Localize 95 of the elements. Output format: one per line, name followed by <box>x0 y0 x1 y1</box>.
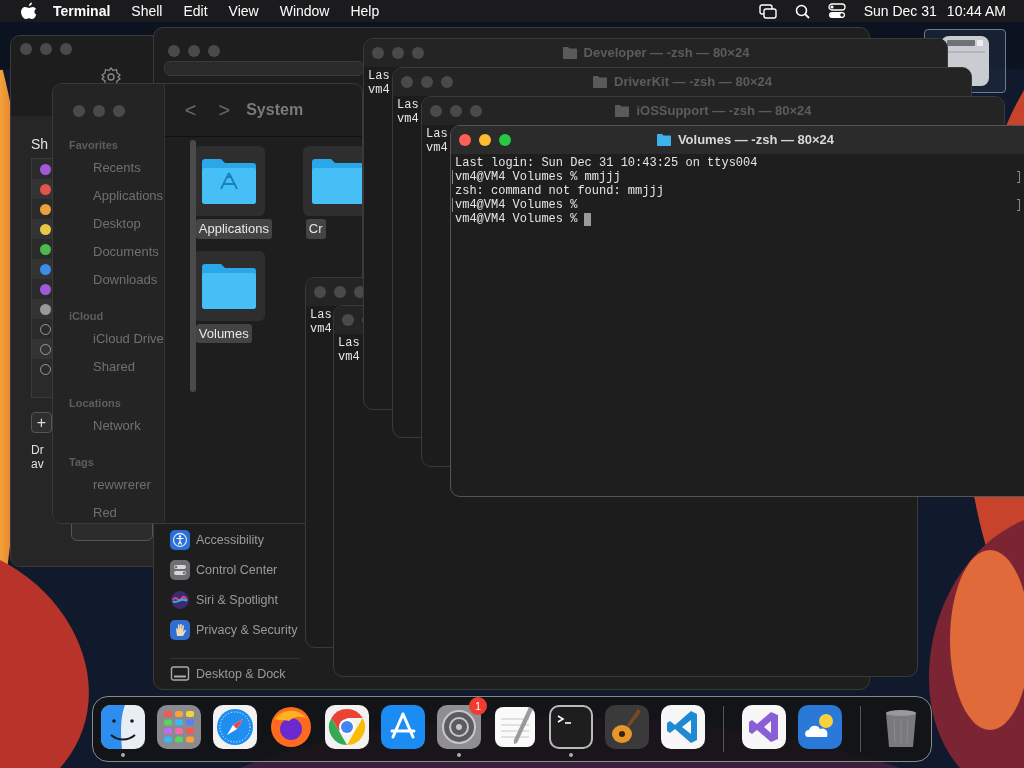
menu-clock[interactable]: 10:44 AM <box>946 0 1006 22</box>
window-title: Volumes — -zsh — 80×24 <box>677 131 835 150</box>
window-title: iOSSupport — -zsh — 80×24 <box>636 102 812 121</box>
sidebar-item[interactable]: Desktop & Dock <box>170 659 286 689</box>
menu-item[interactable]: Terminal <box>53 0 111 22</box>
terminal-line: vm4@VM4 Volumes % mmjjj <box>452 170 621 184</box>
scrollbar[interactable] <box>190 140 196 392</box>
sidebar-item[interactable]: Siri & Spotlight <box>170 585 278 615</box>
back-button[interactable]: < <box>184 95 197 125</box>
sidebar-item[interactable]: Control Center <box>170 555 278 585</box>
note-text: Dr <box>31 443 44 457</box>
a-glyph-icon[interactable] <box>381 705 425 749</box>
terminal-line: Las <box>367 69 390 83</box>
folder-icon <box>592 75 609 89</box>
menu-item[interactable]: Window <box>279 0 330 22</box>
hand-icon <box>170 620 190 640</box>
control-center-icon[interactable] <box>827 3 846 19</box>
folder-label: Volumes <box>195 323 252 343</box>
menu-item[interactable]: Edit <box>183 0 208 22</box>
folder-icon <box>561 46 578 60</box>
sidebar-label: Siri & Spotlight <box>196 591 278 609</box>
toggles-icon <box>170 560 190 580</box>
sidebar-item[interactable]: Red <box>69 499 164 523</box>
sidebar-item[interactable]: Downloads <box>69 266 164 294</box>
cloud-sun-icon[interactable] <box>798 705 842 749</box>
close-button[interactable] <box>459 134 471 146</box>
screen-mirroring-icon[interactable] <box>758 3 777 19</box>
menu-item[interactable]: View <box>228 0 259 22</box>
sidebar-item[interactable]: Documents <box>69 238 164 266</box>
line-mark <box>1017 171 1020 183</box>
sidebar-item[interactable]: Applications <box>69 182 164 210</box>
terminal-line: vm4@VM4 Volumes % <box>454 212 578 226</box>
add-button[interactable]: + <box>31 412 52 433</box>
sidebar-item[interactable]: iCloud Drive <box>69 325 164 353</box>
ribbon-icon[interactable] <box>661 705 705 749</box>
folder-icon <box>655 133 672 147</box>
terminal-line: vm4 <box>425 141 448 155</box>
sidebar-heading: Tags <box>69 455 95 470</box>
search-field[interactable] <box>164 61 364 76</box>
terminal-line: Last login: Sun Dec 31 10:43:25 on ttys004 <box>454 156 758 170</box>
sidebar-item[interactable]: Recents <box>69 154 164 182</box>
section-heading: Sh <box>31 136 49 152</box>
monitor-icon <box>170 664 190 684</box>
menu-date[interactable]: Sun Dec 31 <box>863 0 937 22</box>
sidebar-label: Accessibility <box>196 531 265 549</box>
notification-badge: 1 <box>469 697 487 715</box>
folder-title: System <box>246 100 304 120</box>
line-mark <box>1017 199 1020 211</box>
note-text: av <box>31 457 44 471</box>
siri-icon <box>170 590 190 610</box>
smiling-face-icon[interactable] <box>101 705 145 749</box>
folder-icon <box>199 156 258 206</box>
terminal-line: Las <box>337 336 360 350</box>
zoom-button[interactable] <box>499 134 511 146</box>
sidebar-item[interactable]: Accessibility <box>170 525 265 555</box>
menu-item[interactable]: Shell <box>131 0 163 22</box>
folder-icon <box>309 156 362 206</box>
sidebar-item[interactable]: Shared <box>69 353 164 381</box>
minimize-button[interactable] <box>479 134 491 146</box>
terminal-line: vm4 <box>309 322 332 336</box>
forward-button[interactable]: > <box>218 95 231 125</box>
apple-icon[interactable] <box>18 2 38 20</box>
sidebar-item[interactable]: rewwrerer <box>69 471 164 499</box>
terminal-icon[interactable] <box>549 705 593 749</box>
guitar-icon[interactable] <box>605 705 649 749</box>
globe-icon[interactable] <box>269 705 313 749</box>
sidebar-heading: iCloud <box>69 309 105 324</box>
folder-label: Applications <box>195 219 272 239</box>
compass-icon[interactable] <box>213 705 257 749</box>
search-icon[interactable] <box>794 3 810 19</box>
terminal-line: vm4 <box>367 83 390 97</box>
app-grid-icon[interactable] <box>157 705 201 749</box>
terminal-line: zsh: command not found: mmjjj <box>454 184 664 198</box>
sidebar-label: Control Center <box>196 561 278 579</box>
terminal-line: Las <box>309 308 332 322</box>
sidebar-item[interactable]: Network <box>69 412 164 440</box>
sidebar-label: Privacy & Security <box>196 621 298 639</box>
terminal-line: vm4 <box>396 112 419 126</box>
terminal-line: vm4 <box>337 350 360 364</box>
terminal-line: Las <box>425 127 448 141</box>
sidebar-item[interactable]: Desktop <box>69 210 164 238</box>
notepad-icon[interactable] <box>493 705 537 749</box>
sidebar-label: Desktop & Dock <box>196 665 286 683</box>
window-title: Developer — -zsh — 80×24 <box>583 44 750 63</box>
menu-item[interactable]: Help <box>350 0 380 22</box>
window-title: DriverKit — -zsh — 80×24 <box>614 73 772 92</box>
sidebar-heading: Locations <box>69 396 122 411</box>
terminal-line: Las <box>396 98 419 112</box>
ribbon-icon[interactable] <box>742 705 786 749</box>
terminal-line: vm4@VM4 Volumes % <box>452 198 578 212</box>
sidebar-item[interactable]: Privacy & Security <box>170 615 298 645</box>
folder-icon <box>614 104 631 118</box>
accessibility-icon <box>170 530 190 550</box>
folder-label: Cr <box>305 219 326 239</box>
sidebar-heading: Favorites <box>69 138 119 153</box>
